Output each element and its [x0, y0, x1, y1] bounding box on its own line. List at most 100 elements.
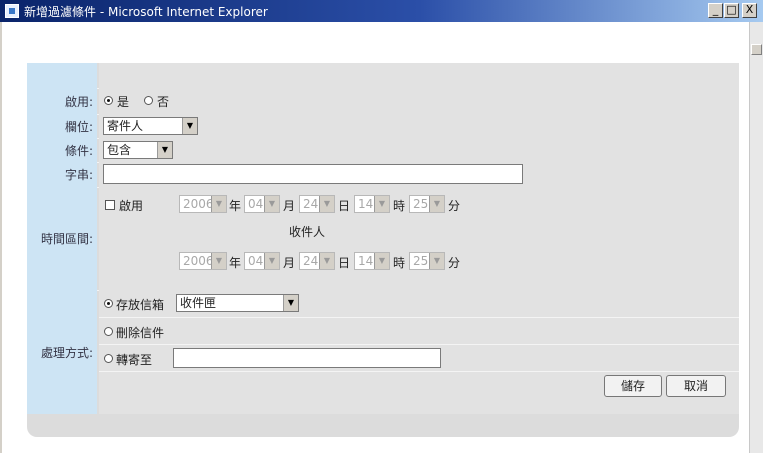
- condition-label: 條件:: [27, 138, 97, 162]
- year-unit: 年: [229, 199, 242, 213]
- minute-unit: 分: [448, 256, 461, 270]
- cancel-button[interactable]: 取消: [666, 375, 726, 397]
- time-range-enable-checkbox[interactable]: [105, 200, 115, 210]
- buttons-row: 儲存 取消: [99, 372, 739, 402]
- store-mailbox-label[interactable]: 存放信箱: [116, 296, 164, 313]
- header-value-cell: [99, 63, 739, 88]
- delete-mail-radio[interactable]: [104, 327, 113, 336]
- chevron-down-icon[interactable]: ▼: [319, 196, 334, 212]
- action-label: 處理方式:: [27, 290, 97, 414]
- ie-window-icon: [5, 4, 19, 18]
- header-label-cell: [27, 63, 97, 88]
- condition-value-cell: 包含 ▼: [99, 138, 739, 162]
- month-unit: 月: [283, 256, 296, 270]
- start-hour-value: 14: [358, 197, 374, 211]
- store-mailbox-radio[interactable]: [104, 299, 113, 308]
- chevron-down-icon[interactable]: ▼: [157, 142, 172, 158]
- delete-mail-label[interactable]: 刪除信件: [116, 324, 164, 341]
- chevron-down-icon[interactable]: ▼: [374, 253, 389, 269]
- window-title: 新增過濾條件 - Microsoft Internet Explorer: [24, 5, 268, 19]
- chevron-down-icon[interactable]: ▼: [211, 253, 226, 269]
- end-month-value: 04: [248, 254, 264, 268]
- start-month-select[interactable]: 04 ▼: [244, 195, 280, 213]
- store-mailbox-select[interactable]: 收件匣 ▼: [176, 294, 299, 312]
- store-option-row: 存放信箱 收件匣 ▼: [99, 290, 739, 318]
- enable-row: 啟用: 是 否: [27, 88, 739, 115]
- enable-no-label[interactable]: 否: [157, 93, 169, 110]
- field-value-cell: 寄件人 ▼: [99, 114, 739, 138]
- chevron-down-icon[interactable]: ▼: [319, 253, 334, 269]
- start-minute-select[interactable]: 25 ▼: [409, 195, 445, 213]
- filter-form-panel: 啟用: 是 否 欄位: 寄件人 ▼ 條件: 包含 ▼ 字串: 時間區間: 啟用 …: [27, 63, 739, 437]
- day-unit: 日: [338, 199, 351, 213]
- vertical-scrollbar[interactable]: [749, 22, 763, 453]
- start-minute-value: 25: [413, 197, 429, 211]
- forward-to-radio[interactable]: [104, 354, 113, 363]
- enable-label: 啟用:: [27, 88, 97, 114]
- start-hour-select[interactable]: 14 ▼: [354, 195, 390, 213]
- end-year-select[interactable]: 2006 ▼: [179, 252, 227, 270]
- start-day-select[interactable]: 24 ▼: [299, 195, 335, 213]
- condition-row: 條件: 包含 ▼: [27, 138, 739, 163]
- store-mailbox-value: 收件匣: [180, 296, 217, 310]
- scroll-up-arrow-icon[interactable]: [751, 44, 762, 55]
- maximize-button[interactable]: □: [724, 3, 739, 18]
- start-year-select[interactable]: 2006 ▼: [179, 195, 227, 213]
- forward-to-label[interactable]: 轉寄至: [116, 351, 152, 368]
- enable-value-cell: 是 否: [99, 88, 739, 114]
- condition-select[interactable]: 包含 ▼: [103, 141, 173, 159]
- chevron-down-icon[interactable]: ▼: [182, 118, 197, 134]
- action-value-cell: 存放信箱 收件匣 ▼ 刪除信件 轉寄至 儲存 取消: [99, 290, 739, 414]
- month-unit: 月: [283, 199, 296, 213]
- chevron-down-icon[interactable]: ▼: [374, 196, 389, 212]
- field-label: 欄位:: [27, 114, 97, 138]
- time-range-label: 時間區間:: [27, 187, 97, 290]
- time-range-row: 時間區間: 啟用 2006 ▼ 年 04 ▼ 月 24 ▼ 日 14 ▼ 時 2…: [27, 187, 739, 291]
- close-button[interactable]: X: [742, 3, 757, 18]
- end-year-value: 2006: [183, 254, 214, 268]
- hour-unit: 時: [393, 256, 406, 270]
- minute-unit: 分: [448, 199, 461, 213]
- minimize-button[interactable]: _: [708, 3, 723, 18]
- enable-yes-radio[interactable]: [104, 96, 113, 105]
- enable-no-radio[interactable]: [144, 96, 153, 105]
- string-row: 字串:: [27, 162, 739, 188]
- end-minute-value: 25: [413, 254, 429, 268]
- start-year-value: 2006: [183, 197, 214, 211]
- time-range-enable-label[interactable]: 啟用: [119, 197, 143, 214]
- end-day-select[interactable]: 24 ▼: [299, 252, 335, 270]
- string-input[interactable]: [103, 164, 523, 184]
- hour-unit: 時: [393, 199, 406, 213]
- start-month-value: 04: [248, 197, 264, 211]
- chevron-down-icon[interactable]: ▼: [264, 196, 279, 212]
- field-select-value: 寄件人: [107, 119, 144, 133]
- field-select[interactable]: 寄件人 ▼: [103, 117, 198, 135]
- field-row: 欄位: 寄件人 ▼: [27, 114, 739, 139]
- string-value-cell: [99, 162, 739, 187]
- end-month-select[interactable]: 04 ▼: [244, 252, 280, 270]
- action-row: 處理方式: 存放信箱 收件匣 ▼ 刪除信件 轉寄至 儲存 取消: [27, 290, 739, 414]
- day-unit: 日: [338, 256, 351, 270]
- end-day-value: 24: [303, 254, 319, 268]
- forward-option-row: 轉寄至: [99, 345, 739, 372]
- end-hour-value: 14: [358, 254, 374, 268]
- chevron-down-icon[interactable]: ▼: [264, 253, 279, 269]
- year-unit: 年: [229, 256, 242, 270]
- save-button[interactable]: 儲存: [604, 375, 662, 397]
- chevron-down-icon[interactable]: ▼: [429, 196, 444, 212]
- time-range-separator: 收件人: [289, 225, 326, 239]
- time-range-value-cell: 啟用 2006 ▼ 年 04 ▼ 月 24 ▼ 日 14 ▼ 時 25 ▼ 分 …: [99, 187, 739, 290]
- forward-to-input[interactable]: [173, 348, 441, 368]
- window-title-bar[interactable]: 新增過濾條件 - Microsoft Internet Explorer _ □…: [0, 0, 763, 22]
- start-day-value: 24: [303, 197, 319, 211]
- enable-yes-label[interactable]: 是: [117, 93, 129, 110]
- chevron-down-icon[interactable]: ▼: [429, 253, 444, 269]
- string-label: 字串:: [27, 162, 97, 187]
- chevron-down-icon[interactable]: ▼: [211, 196, 226, 212]
- condition-select-value: 包含: [107, 143, 132, 157]
- end-hour-select[interactable]: 14 ▼: [354, 252, 390, 270]
- chevron-down-icon[interactable]: ▼: [283, 295, 298, 311]
- delete-option-row: 刪除信件: [99, 318, 739, 345]
- end-minute-select[interactable]: 25 ▼: [409, 252, 445, 270]
- form-header-row: [27, 63, 739, 89]
